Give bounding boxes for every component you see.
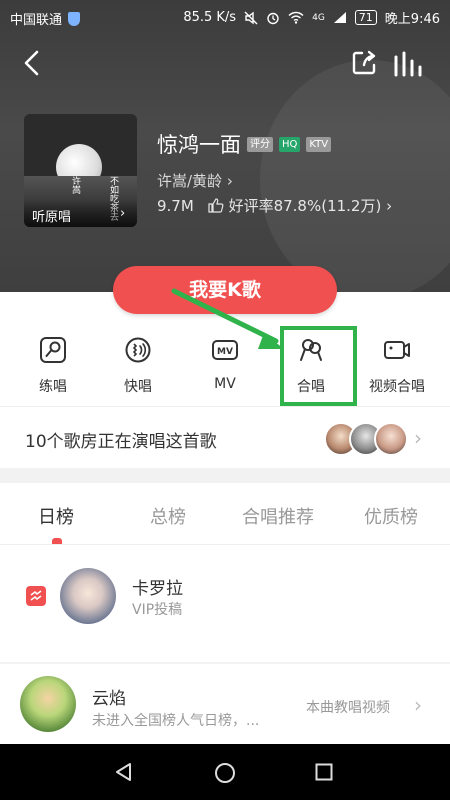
tab-indicator (52, 538, 62, 544)
avatar[interactable] (20, 676, 76, 732)
rating-badge: 评分 (247, 136, 273, 152)
chevron-right-icon: › (414, 693, 422, 717)
back-triangle-icon[interactable] (114, 762, 134, 782)
avatar[interactable] (60, 568, 116, 624)
user-subtitle: 未进入全国榜人气日榜，... (92, 713, 260, 729)
action-quick-sing[interactable]: 快唱 (98, 336, 178, 396)
highlight-box (280, 326, 357, 406)
chevron-right-icon: › (414, 426, 422, 450)
share-icon[interactable] (350, 49, 378, 77)
play-count: 9.7M (157, 196, 194, 215)
status-bar: 中国联通 85.5 K/s 4G 71 晚上9:46 (0, 0, 450, 34)
wifi-icon (288, 11, 304, 24)
artist-link[interactable]: 许嵩/黄龄 › (157, 170, 233, 191)
video-duet-icon (384, 341, 410, 359)
tutorial-video-link[interactable]: 本曲教唱视频 (306, 697, 390, 717)
user-name: 云焰 (92, 689, 126, 709)
alarm-icon (267, 12, 279, 24)
album-cover[interactable]: 许嵩 不如吃茶去 听原唱 › (24, 114, 137, 227)
shield-icon (68, 11, 81, 26)
song-stats: 9.7M 好评率87.8%(11.2万) › (157, 195, 392, 216)
signal-icon (333, 12, 346, 23)
rating-link[interactable]: 好评率87.8%(11.2万) › (208, 195, 392, 216)
thumb-up-icon (208, 198, 224, 213)
tab-duet-recommend[interactable]: 合唱推荐 (242, 503, 314, 529)
rating-text: 好评率87.8%(11.2万) (228, 197, 382, 215)
carrier-label: 中国联通 (10, 13, 63, 28)
action-video-duet[interactable]: 视频合唱 (357, 336, 437, 396)
back-icon[interactable] (18, 48, 48, 78)
chevron-right-icon: › (120, 206, 126, 221)
network-type: 4G (312, 12, 325, 23)
home-circle-icon[interactable] (214, 762, 236, 784)
action-label: 视频合唱 (369, 379, 425, 395)
cover-text-left: 许嵩 (70, 176, 80, 194)
pointer-arrow (171, 288, 284, 349)
mic-icon (40, 337, 66, 363)
top-nav (0, 44, 450, 84)
action-label: 快唱 (124, 379, 152, 395)
tab-overall[interactable]: 总榜 (150, 503, 186, 529)
battery-indicator: 71 (354, 10, 377, 25)
hq-badge: HQ (279, 136, 301, 152)
tab-quality[interactable]: 优质榜 (364, 503, 418, 529)
action-label: MV (214, 376, 236, 392)
mute-icon (244, 11, 258, 24)
room-avatars (324, 422, 414, 456)
song-title: 惊鸿一面 (157, 133, 241, 157)
listen-original-button[interactable]: 听原唱 › (24, 199, 137, 227)
ranking-tabs: 日榜 总榜 合唱推荐 优质榜 (0, 483, 450, 545)
quick-sing-icon (125, 337, 151, 363)
listen-original-label: 听原唱 (32, 210, 72, 225)
rooms-text: 10个歌房正在演唱这首歌 (25, 432, 217, 452)
audio-bars-icon[interactable] (392, 49, 426, 77)
clock: 晚上9:46 (384, 12, 440, 27)
network-speed: 85.5 K/s (183, 10, 237, 25)
action-label: 练唱 (39, 379, 67, 395)
avatar (374, 422, 408, 456)
user-subtitle: VIP投稿 (132, 602, 183, 618)
rank-badge-icon (26, 586, 46, 606)
artist-name: 许嵩/黄龄 (157, 172, 223, 190)
ktv-badge: KTV (306, 136, 332, 152)
song-title-row: 惊鸿一面 评分 HQ KTV (157, 129, 332, 159)
recents-square-icon[interactable] (315, 763, 333, 781)
system-nav-bar (0, 744, 450, 800)
user-name: 卡罗拉 (132, 579, 183, 599)
tab-daily[interactable]: 日榜 (38, 503, 74, 529)
action-practice[interactable]: 练唱 (13, 336, 93, 396)
